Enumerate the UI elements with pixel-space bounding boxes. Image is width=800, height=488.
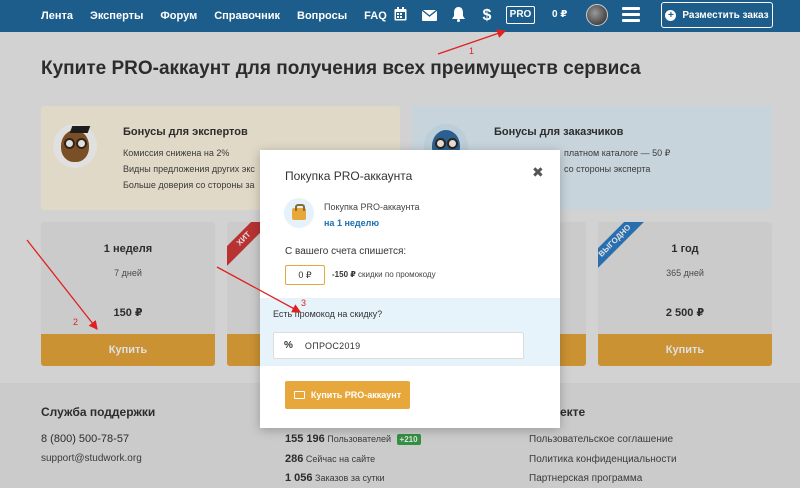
avatar[interactable] [586, 4, 608, 26]
briefcase-icon [284, 198, 314, 228]
place-order-button[interactable]: + Разместить заказ [661, 2, 773, 28]
plus-icon: + [665, 9, 677, 21]
balance[interactable]: 0 ₽ [552, 9, 567, 20]
modal-title: Покупка PRO-аккаунта [285, 169, 413, 183]
discount-value: -150 ₽ [332, 270, 356, 279]
nav-link-faq[interactable]: FAQ [364, 10, 387, 22]
promo-question: Есть промокод на скидку? [273, 309, 383, 319]
top-nav: Лента Эксперты Форум Справочник Вопросы … [0, 0, 800, 32]
annotation-label-3: 3 [301, 298, 307, 308]
buy-pro-button[interactable]: Купить PRO-аккаунт [285, 381, 410, 409]
close-icon[interactable]: ✖ [532, 164, 544, 181]
nav-link-experts[interactable]: Эксперты [90, 10, 143, 22]
bell-icon[interactable] [446, 6, 470, 26]
pro-purchase-modal: Покупка PRO-аккаунта ✖ Покупка PRO-аккау… [260, 150, 560, 428]
debit-label: С вашего счета спишется: [285, 246, 407, 257]
mail-icon[interactable] [417, 8, 441, 25]
product-period[interactable]: на 1 неделю [324, 218, 379, 228]
promo-section: Есть промокод на скидку? % ОПРОС2019 [260, 298, 560, 366]
annotation-label-2: 2 [73, 317, 79, 327]
percent-icon: % [284, 340, 293, 351]
debit-amount: 0 ₽ [285, 265, 325, 285]
menu-icon[interactable] [622, 7, 640, 23]
promo-code-value: ОПРОС2019 [304, 340, 361, 351]
discount-info: -150 ₽ скидки по промокоду [332, 270, 436, 279]
annotation-label-1: 1 [469, 46, 475, 56]
nav-link-reference[interactable]: Справочник [214, 10, 280, 22]
money-icon [293, 391, 305, 399]
nav-icons: $ [388, 0, 504, 32]
place-order-label: Разместить заказ [682, 9, 769, 21]
nav-link-questions[interactable]: Вопросы [297, 10, 347, 22]
discount-label: скидки по промокоду [358, 270, 436, 279]
promo-code-input[interactable]: % ОПРОС2019 [273, 332, 524, 359]
nav-links: Лента Эксперты Форум Справочник Вопросы … [41, 10, 404, 22]
dollar-icon[interactable]: $ [475, 7, 499, 25]
buy-pro-label: Купить PRO-аккаунт [310, 390, 402, 400]
product-name: Покупка PRO-аккаунта [324, 202, 420, 212]
pro-badge[interactable]: PRO [506, 6, 535, 24]
nav-link-feed[interactable]: Лента [41, 10, 73, 22]
nav-link-forum[interactable]: Форум [160, 10, 197, 22]
calendar-icon[interactable] [388, 7, 412, 25]
